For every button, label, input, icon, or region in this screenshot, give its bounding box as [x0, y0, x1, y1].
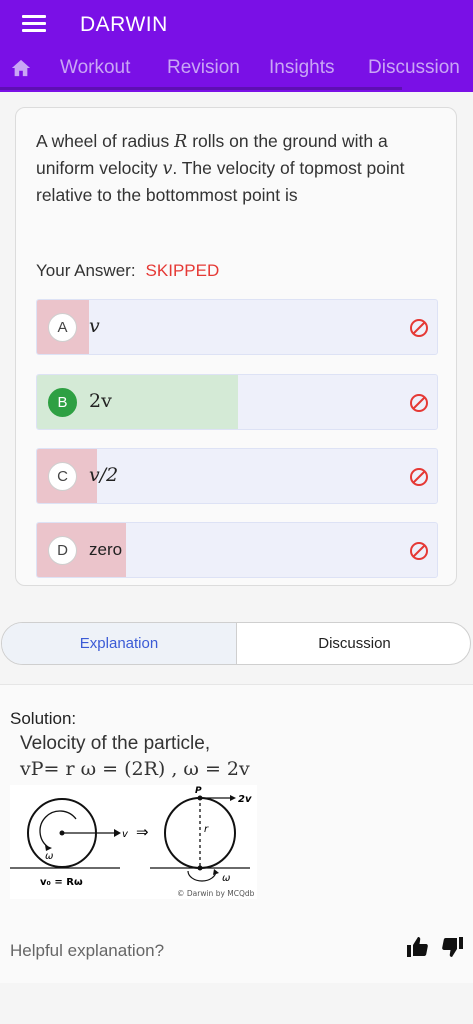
svg-text:P: P: [195, 786, 202, 796]
svg-text:© Darwin by MCQdb: © Darwin by MCQdb: [177, 889, 255, 898]
option-d-text: zero: [89, 540, 123, 559]
wrong-icon: [410, 542, 428, 560]
thumbs-down-icon[interactable]: [441, 935, 465, 959]
question-card: A wheel of radius R rolls on the ground …: [15, 107, 457, 586]
answer-status-badge: SKIPPED: [145, 261, 220, 280]
explanation-tab[interactable]: Explanation: [2, 623, 237, 664]
tab-bar: Workout Revision Insights Discussion: [60, 57, 473, 83]
your-answer: Your Answer: SKIPPED: [36, 261, 219, 281]
option-d[interactable]: D zero: [36, 522, 438, 578]
svg-text:⇒: ⇒: [136, 823, 149, 841]
solution-heading: Solution:: [10, 709, 77, 728]
tab-revision[interactable]: Revision: [167, 57, 240, 79]
option-c-text: v/2: [89, 464, 119, 486]
option-b-letter: B: [48, 388, 77, 417]
option-a-text: v: [89, 315, 100, 337]
rolling-wheel-diagram: v ω v₀ = Rω ⇒ P 2v r ω © Darwin by MCQdb: [10, 785, 257, 899]
menu-icon[interactable]: [22, 15, 46, 35]
wrong-icon: [410, 468, 428, 486]
option-c[interactable]: C v/2: [36, 448, 438, 504]
discussion-tab[interactable]: Discussion: [237, 623, 470, 664]
solution-text: Velocity of the particle,: [20, 733, 211, 754]
option-c-letter: C: [48, 462, 77, 491]
option-b-text: 2v: [89, 390, 112, 412]
thumbs-up-icon[interactable]: [405, 935, 429, 959]
tab-indicator: [0, 87, 402, 90]
option-a[interactable]: A v: [36, 299, 438, 355]
question-text: A wheel of radius R rolls on the ground …: [36, 131, 405, 205]
svg-text:2v: 2v: [238, 794, 252, 805]
tab-workout[interactable]: Workout: [60, 57, 130, 79]
app-title: DARWIN: [80, 13, 168, 36]
app-bar: DARWIN Workout Revision Insights Discuss…: [0, 0, 473, 92]
solution-panel: Solution: Velocity of the particle, vP= …: [0, 684, 473, 983]
solution-equation: vP= r ω = (2R) , ω = 2v: [20, 758, 250, 780]
svg-text:ω: ω: [45, 851, 53, 862]
home-icon[interactable]: [10, 58, 32, 78]
your-answer-label: Your Answer:: [36, 261, 136, 280]
svg-text:v₀ = Rω: v₀ = Rω: [40, 877, 83, 888]
option-a-letter: A: [48, 313, 77, 342]
explanation-discussion-toggle: Explanation Discussion: [1, 622, 471, 665]
tab-discussion[interactable]: Discussion: [368, 57, 460, 79]
svg-text:v: v: [122, 829, 129, 840]
svg-text:r: r: [204, 824, 209, 835]
option-b[interactable]: B 2v: [36, 374, 438, 430]
svg-text:ω: ω: [222, 873, 230, 884]
helpful-prompt: Helpful explanation?: [10, 941, 165, 960]
wrong-icon: [410, 319, 428, 337]
option-d-letter: D: [48, 536, 77, 565]
wrong-icon: [410, 394, 428, 412]
tab-insights[interactable]: Insights: [269, 57, 334, 79]
